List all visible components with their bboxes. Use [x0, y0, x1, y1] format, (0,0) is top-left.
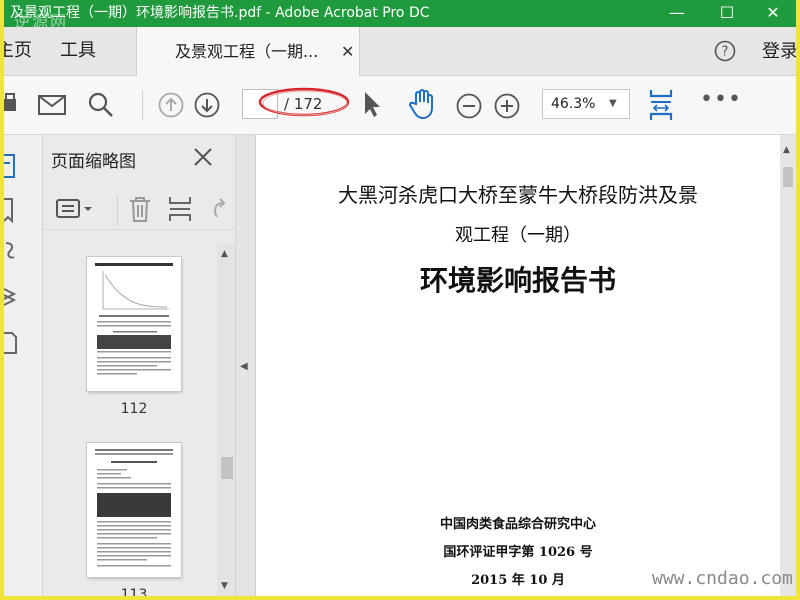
- print-icon[interactable]: [4, 92, 18, 118]
- page-thumbnail-label: 113: [120, 587, 148, 596]
- thumbnail-options-icon[interactable]: [55, 197, 95, 221]
- page-thumbnail-112[interactable]: [87, 257, 181, 391]
- document-main-title: 环境影响报告书: [419, 264, 616, 297]
- previous-page-icon[interactable]: [158, 92, 184, 118]
- signatures-icon[interactable]: [4, 329, 18, 359]
- zoom-level-value: 46.3%: [551, 96, 596, 112]
- bookmarks-icon[interactable]: [4, 197, 18, 227]
- collapse-panel-icon[interactable]: ◀: [240, 361, 248, 372]
- scroll-down-icon[interactable]: ▼: [221, 581, 228, 591]
- attachments-icon[interactable]: [4, 239, 18, 265]
- help-icon[interactable]: ?: [714, 40, 736, 62]
- page-thumbnail-label: 112: [120, 401, 148, 417]
- close-icon[interactable]: [191, 145, 215, 169]
- tools-tab[interactable]: 工具: [60, 27, 96, 75]
- document-tab-close-button[interactable]: ✕: [341, 27, 354, 77]
- fit-width-icon[interactable]: [648, 88, 674, 122]
- thumbnail-toolbar-divider: [117, 195, 118, 225]
- watermark-url: www.cndao.com: [652, 568, 793, 589]
- maximize-button[interactable]: ☐: [704, 0, 750, 27]
- document-certificate: 国环评证甲字第 1026 号: [443, 545, 593, 560]
- zoom-level-dropdown[interactable]: 46.3% ▼: [542, 89, 630, 119]
- highlight-ellipse-annotation: [258, 86, 350, 118]
- close-window-button[interactable]: ✕: [750, 0, 796, 27]
- page-thumbnails-icon[interactable]: [4, 151, 18, 185]
- scroll-up-icon[interactable]: ▲: [783, 145, 790, 155]
- window-title: 及景观工程（一期）环境影响报告书.pdf - Adobe Acrobat Pro…: [10, 5, 430, 21]
- email-icon[interactable]: [38, 95, 66, 115]
- delete-page-icon[interactable]: [127, 195, 153, 223]
- scroll-up-icon[interactable]: ▲: [221, 249, 228, 259]
- acrobat-window: 及景观工程（一期）环境影响报告书.pdf - Adobe Acrobat Pro…: [4, 0, 796, 596]
- main-toolbar: / 172 46.3% ▼ •••: [4, 76, 796, 135]
- menu-bar: 主页 工具 及景观工程（一期... ✕ ? 登录: [4, 27, 796, 76]
- document-tab[interactable]: 及景观工程（一期... ✕: [136, 27, 360, 76]
- title-bar: 及景观工程（一期）环境影响报告书.pdf - Adobe Acrobat Pro…: [4, 0, 796, 31]
- chevron-down-icon: ▼: [609, 98, 617, 109]
- thumbnails-list: 112 113: [43, 243, 215, 596]
- left-navigation-rail: [4, 135, 43, 596]
- pdf-page: 大黑河杀虎口大桥至蒙牛大桥段防洪及景 观工程（一期） 环境影响报告书 中国肉类食…: [255, 135, 780, 596]
- page-thumbnail-113[interactable]: [87, 443, 181, 577]
- split-page-icon[interactable]: [167, 195, 193, 223]
- select-arrow-icon[interactable]: [362, 90, 382, 118]
- document-title-line2: 观工程（一期）: [455, 225, 581, 246]
- scrollbar-thumb[interactable]: [783, 167, 793, 187]
- thumbnails-scrollbar[interactable]: ▲ ▼: [217, 243, 235, 596]
- next-page-icon[interactable]: [194, 92, 220, 118]
- scrollbar-thumb[interactable]: [221, 457, 233, 479]
- home-tab[interactable]: 主页: [4, 27, 34, 75]
- svg-text:?: ?: [722, 45, 729, 60]
- toolbar-divider: [142, 90, 143, 120]
- panel-title: 页面缩略图: [51, 152, 136, 172]
- more-options-button[interactable]: •••: [700, 89, 742, 111]
- document-view: 大黑河杀虎口大桥至蒙牛大桥段防洪及景 观工程（一期） 环境影响报告书 中国肉类食…: [255, 135, 780, 596]
- page-thumbnails-panel: 页面缩略图 112 113 ▲ ▼: [43, 135, 235, 596]
- panel-splitter[interactable]: ◀: [235, 135, 255, 596]
- document-organization: 中国肉类食品综合研究中心: [439, 517, 596, 532]
- zoom-out-icon[interactable]: [456, 93, 482, 119]
- layers-icon[interactable]: [4, 285, 18, 313]
- zoom-in-icon[interactable]: [494, 93, 520, 119]
- hand-tool-icon[interactable]: [408, 88, 438, 120]
- document-title-line1: 大黑河杀虎口大桥至蒙牛大桥段防洪及景: [338, 183, 698, 207]
- document-scrollbar[interactable]: ▲: [780, 135, 796, 596]
- minimize-button[interactable]: —: [654, 0, 700, 27]
- login-button[interactable]: 登录: [762, 27, 796, 77]
- document-tab-label: 及景观工程（一期...: [175, 42, 319, 61]
- rotate-page-icon[interactable]: [209, 197, 229, 221]
- thumbnail-toolbar: [43, 189, 235, 230]
- search-icon[interactable]: [88, 92, 114, 118]
